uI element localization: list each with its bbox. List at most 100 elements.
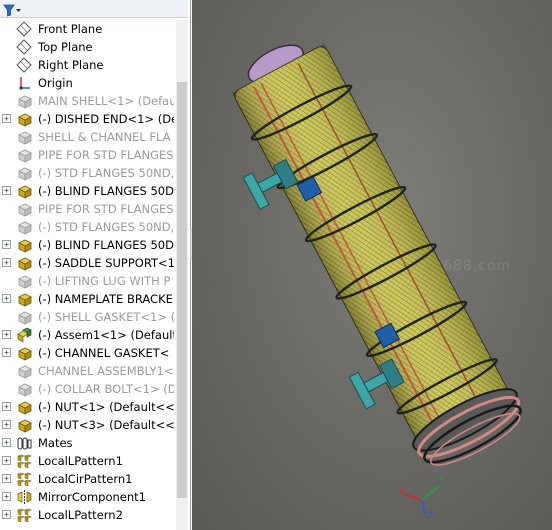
part-icon xyxy=(16,237,33,253)
tree-item[interactable]: Front Plane xyxy=(0,20,174,38)
tree-item-label: CHANNEL ASSEMBLY1< xyxy=(38,364,174,378)
origin-icon xyxy=(16,75,33,91)
part-icon xyxy=(16,255,33,271)
filter-bar xyxy=(0,0,188,18)
expand-toggle-icon[interactable]: + xyxy=(2,258,11,267)
part-icon xyxy=(16,201,33,217)
tree-item-label: (-) STD FLANGES 50ND, xyxy=(38,220,174,234)
expand-toggle-icon[interactable]: + xyxy=(2,114,11,123)
tree-item-label: Top Plane xyxy=(38,40,93,54)
tree-item-label: Mates xyxy=(38,436,73,450)
part-icon xyxy=(16,363,33,379)
part-icon xyxy=(16,129,33,145)
tree-item[interactable]: Right Plane xyxy=(0,56,174,74)
part-icon xyxy=(16,309,33,325)
tree-item[interactable]: (-) COLLAR BOLT<1> (D xyxy=(0,380,174,398)
part-icon xyxy=(16,399,33,415)
tree-item[interactable]: + Mates xyxy=(0,434,174,452)
tree-item[interactable]: + (-) DISHED END<1> (De xyxy=(0,110,174,128)
expand-toggle-icon[interactable]: + xyxy=(2,492,11,501)
tree-item-label: (-) NUT<3> (Default<<l xyxy=(38,418,174,432)
part-icon xyxy=(16,273,33,289)
tree-item[interactable]: Origin xyxy=(0,74,174,92)
expand-toggle-icon[interactable]: + xyxy=(2,402,11,411)
pattern-icon xyxy=(16,507,33,523)
tree-item[interactable]: PIPE FOR STD FLANGES xyxy=(0,146,174,164)
tree-item-label: (-) COLLAR BOLT<1> (D xyxy=(38,382,174,396)
tree-item[interactable]: + (-) NUT<1> (Default<<l xyxy=(0,398,174,416)
expand-toggle-icon[interactable]: + xyxy=(2,510,11,519)
tree-item[interactable]: + MirrorComponent1 xyxy=(0,488,174,506)
expand-toggle-icon[interactable]: + xyxy=(2,456,11,465)
triad-x-label: X xyxy=(399,487,405,497)
tree-item[interactable]: + (-) NAMEPLATE BRACKE xyxy=(0,290,174,308)
tree-item[interactable]: + LocalLPattern1 xyxy=(0,452,174,470)
tree-item-label: (-) BLIND FLANGES 50D xyxy=(38,184,174,198)
tree-item[interactable]: + (-) CHANNEL GASKET< xyxy=(0,344,174,362)
scrollbar-thumb[interactable] xyxy=(177,82,187,498)
expand-toggle-icon[interactable]: + xyxy=(2,330,11,339)
tree-item-label: (-) Assem1<1> (Default xyxy=(38,328,174,342)
plane-icon xyxy=(16,57,33,73)
tree-item[interactable]: + (-) BLIND FLANGES 50D xyxy=(0,182,174,200)
expand-toggle-icon[interactable]: + xyxy=(2,420,11,429)
expand-toggle-icon[interactable]: + xyxy=(2,294,11,303)
expand-toggle-icon[interactable]: + xyxy=(2,240,11,249)
mirror-icon xyxy=(16,489,33,505)
tree-item-label: (-) SADDLE SUPPORT<1 xyxy=(38,256,174,270)
tree-item-label: (-) SHELL GASKET<1> ( xyxy=(38,310,174,324)
part-icon xyxy=(16,93,33,109)
tree-item[interactable]: + (-) Assem1<1> (Default xyxy=(0,326,174,344)
tree-item-label: MAIN SHELL<1> (Defau xyxy=(38,94,174,108)
tree-item-label: Origin xyxy=(38,76,73,90)
tree-item[interactable]: SHELL & CHANNEL FLA xyxy=(0,128,174,146)
expand-toggle-icon[interactable]: + xyxy=(2,186,11,195)
feature-manager-panel: Front Plane Top Plane Right Plane Origin MAI… xyxy=(0,0,191,530)
tree-item-label: Front Plane xyxy=(38,22,103,36)
pattern-icon xyxy=(16,471,33,487)
tree-item-label: (-) LIFTING LUG WITH P xyxy=(38,274,171,288)
tree-item[interactable]: Top Plane xyxy=(0,38,174,56)
mates-icon xyxy=(16,435,33,451)
tree-item[interactable]: + LocalLPattern2 xyxy=(0,506,174,524)
plane-icon xyxy=(16,39,33,55)
part-icon xyxy=(16,147,33,163)
tree-item[interactable]: PIPE FOR STD FLANGES xyxy=(0,200,174,218)
tree-item-label: (-) NAMEPLATE BRACKE xyxy=(38,292,173,306)
part-icon xyxy=(16,381,33,397)
tree-item-label: LocalCirPattern1 xyxy=(38,472,133,486)
tree-item[interactable]: + LocalCirPattern1 xyxy=(0,470,174,488)
tree-item[interactable]: (-) LIFTING LUG WITH P xyxy=(0,272,174,290)
triad-z-label: Z xyxy=(427,511,433,520)
part-icon xyxy=(16,219,33,235)
part-icon xyxy=(16,111,33,127)
tree-item-label: PIPE FOR STD FLANGES xyxy=(38,202,174,216)
tree-item[interactable]: (-) SHELL GASKET<1> ( xyxy=(0,308,174,326)
tree-item-label: (-) BLIND FLANGES 50D xyxy=(38,238,174,252)
tree-item[interactable]: + (-) BLIND FLANGES 50D xyxy=(0,236,174,254)
expand-toggle-icon[interactable]: + xyxy=(2,438,11,447)
axis-triad: Y X Z xyxy=(399,476,445,520)
tree-item-label: MirrorComponent1 xyxy=(38,490,146,504)
feature-tree: Front Plane Top Plane Right Plane Origin MAI… xyxy=(0,20,174,530)
tree-item[interactable]: + (-) NUT<3> (Default<<l xyxy=(0,416,174,434)
filter-icon[interactable] xyxy=(3,2,23,17)
part-icon xyxy=(16,165,33,181)
tree-item-label: (-) NUT<1> (Default<<l xyxy=(38,400,174,414)
pattern-icon xyxy=(16,453,33,469)
graphics-viewport[interactable]: cad2688.com Y X Z xyxy=(192,0,552,530)
tree-item-label: (-) STD FLANGES 50ND, xyxy=(38,166,174,180)
assembly-icon xyxy=(16,327,33,343)
tree-item[interactable]: CHANNEL ASSEMBLY1< xyxy=(0,362,174,380)
plane-icon xyxy=(16,21,33,37)
tree-item[interactable]: + (-) SADDLE SUPPORT<1 xyxy=(0,254,174,272)
expand-toggle-icon[interactable]: + xyxy=(2,348,11,357)
tree-item[interactable]: (-) STD FLANGES 50ND, xyxy=(0,164,174,182)
part-icon xyxy=(16,291,33,307)
tree-item[interactable]: MAIN SHELL<1> (Defau xyxy=(0,92,174,110)
tree-item-label: PIPE FOR STD FLANGES xyxy=(38,148,174,162)
vertical-scrollbar[interactable] xyxy=(176,20,188,530)
tree-item[interactable]: (-) STD FLANGES 50ND, xyxy=(0,218,174,236)
tree-item-label: SHELL & CHANNEL FLA xyxy=(38,130,171,144)
expand-toggle-icon[interactable]: + xyxy=(2,474,11,483)
